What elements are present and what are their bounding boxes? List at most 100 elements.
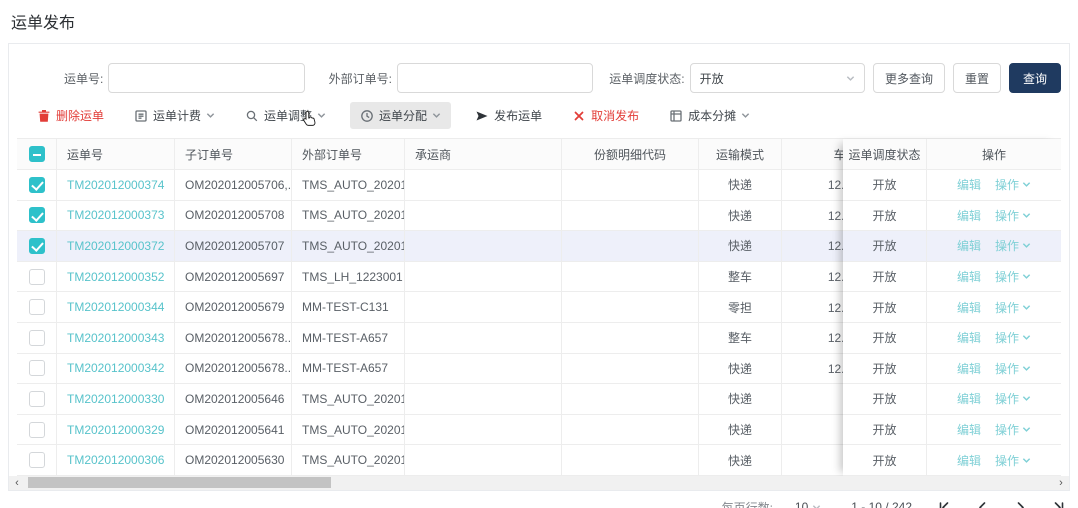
waybill-link[interactable]: TM202012000344 [57,292,175,323]
billing-icon [134,109,148,123]
scroll-left-arrow[interactable]: ‹ [9,476,25,490]
row-checkbox[interactable] [29,391,45,407]
row-action-dropdown[interactable]: 操作 [995,237,1031,254]
waybill-link[interactable]: TM202012000372 [57,231,175,262]
row-checkbox[interactable] [29,269,45,285]
row-action-dropdown[interactable]: 操作 [995,176,1031,193]
actions-cell: 编辑操作 [927,415,1061,446]
row-checkbox-cell [17,292,57,323]
row-action-dropdown[interactable]: 操作 [995,452,1031,469]
edit-link[interactable]: 编辑 [957,176,981,193]
dispatch-status-select[interactable]: 开放 [690,63,865,93]
toolbar-item-label: 运单调整 [264,107,312,124]
horizontal-scrollbar[interactable]: ‹ › [9,476,1069,490]
row-action-dropdown[interactable]: 操作 [995,207,1031,224]
table-row-fixed: 开放编辑操作 [843,292,1061,323]
filter-bar: 运单号: 外部订单号: 运单调度状态: 开放 更多查询 重置 查询 [9,44,1069,93]
waybill-billing-button[interactable]: 运单计费 [128,102,221,129]
fixed-right-columns: 运单调度状态 操作 开放编辑操作开放编辑操作开放编辑操作开放编辑操作开放编辑操作… [843,139,1061,476]
column-header: 运单号 [57,139,175,170]
waybill-allocate-button[interactable]: 运单分配 [350,102,451,129]
external-order-cell: MM-TEST-A657 [292,323,405,354]
toolbar-item-label: 发布运单 [494,107,542,124]
edit-link[interactable]: 编辑 [957,390,981,407]
content-card: 运单号: 外部订单号: 运单调度状态: 开放 更多查询 重置 查询 删除运单 [8,43,1070,491]
carrier-cell [405,170,562,201]
sub-order-cell: OM202012005678... [175,354,292,385]
rows-per-page-select[interactable]: 10 [795,500,821,508]
page: 运单发布 运单号: 外部订单号: 运单调度状态: 开放 更多查询 重置 查询 删… [0,0,1078,508]
row-checkbox[interactable] [29,360,45,376]
row-action-dropdown[interactable]: 操作 [995,360,1031,377]
waybill-adjust-button[interactable]: 运单调整 [239,102,332,129]
row-checkbox-cell [17,445,57,476]
select-all-checkbox[interactable] [29,146,45,162]
waybill-no-input[interactable] [108,63,304,93]
rows-per-page-label: 每页行数: [722,499,773,508]
chevron-down-icon [1022,425,1031,434]
waybill-link[interactable]: TM202012000343 [57,323,175,354]
row-checkbox-cell [17,170,57,201]
edit-link[interactable]: 编辑 [957,452,981,469]
waybill-link[interactable]: TM202012000329 [57,415,175,446]
row-checkbox[interactable] [29,299,45,315]
publish-waybill-button[interactable]: 发布运单 [469,102,548,129]
scroll-right-arrow[interactable]: › [1053,476,1069,490]
waybill-link[interactable]: TM202012000342 [57,354,175,385]
scrollbar-track[interactable] [25,476,1053,490]
cost-allocation-button[interactable]: 成本分摊 [663,102,756,129]
toolbar-item-label: 成本分摊 [688,107,736,124]
row-checkbox[interactable] [29,422,45,438]
waybill-link[interactable]: TM202012000373 [57,201,175,232]
edit-link[interactable]: 编辑 [957,329,981,346]
share-detail-cell [562,231,699,262]
pagination-bar: 每页行数: 10 1 - 10 / 242 [0,491,1078,508]
share-detail-cell [562,445,699,476]
search-button[interactable]: 查询 [1009,63,1061,93]
row-action-dropdown[interactable]: 操作 [995,299,1031,316]
last-page-button[interactable] [1053,502,1064,508]
delete-waybill-button[interactable]: 删除运单 [31,102,110,129]
chevron-down-icon [1022,211,1031,220]
row-checkbox[interactable] [29,452,45,468]
row-checkbox[interactable] [29,330,45,346]
prev-page-button[interactable] [977,502,988,508]
row-checkbox[interactable] [29,207,45,223]
edit-link[interactable]: 编辑 [957,360,981,377]
row-checkbox[interactable] [29,177,45,193]
waybill-link[interactable]: TM202012000352 [57,262,175,293]
waybill-link[interactable]: TM202012000306 [57,445,175,476]
chevron-down-icon [741,111,750,120]
edit-link[interactable]: 编辑 [957,268,981,285]
table-row-fixed: 开放编辑操作 [843,201,1061,232]
next-page-button[interactable] [1015,502,1026,508]
row-action-dropdown[interactable]: 操作 [995,268,1031,285]
chevron-down-icon [812,503,821,508]
external-order-input[interactable] [397,63,593,93]
edit-link[interactable]: 编辑 [957,421,981,438]
edit-link[interactable]: 编辑 [957,237,981,254]
waybill-link[interactable]: TM202012000374 [57,170,175,201]
transport-mode-cell: 零担 [699,292,782,323]
edit-link[interactable]: 编辑 [957,207,981,224]
scrollbar-thumb[interactable] [28,477,331,488]
share-detail-cell [562,323,699,354]
actions-cell: 编辑操作 [927,354,1061,385]
first-page-button[interactable] [939,502,950,508]
external-order-cell: TMS_AUTO_20201... [292,231,405,262]
row-checkbox[interactable] [29,238,45,254]
column-header: 承运商 [405,139,562,170]
edit-link[interactable]: 编辑 [957,299,981,316]
clock-icon [360,109,374,123]
share-detail-cell [562,292,699,323]
more-query-button[interactable]: 更多查询 [873,63,945,93]
waybill-link[interactable]: TM202012000330 [57,384,175,415]
row-action-dropdown[interactable]: 操作 [995,390,1031,407]
row-action-dropdown[interactable]: 操作 [995,329,1031,346]
share-detail-cell [562,262,699,293]
carrier-cell [405,384,562,415]
cancel-publish-button[interactable]: 取消发布 [566,102,645,129]
reset-button[interactable]: 重置 [953,63,1001,93]
dispatch-status-cell: 开放 [843,262,927,293]
row-action-dropdown[interactable]: 操作 [995,421,1031,438]
